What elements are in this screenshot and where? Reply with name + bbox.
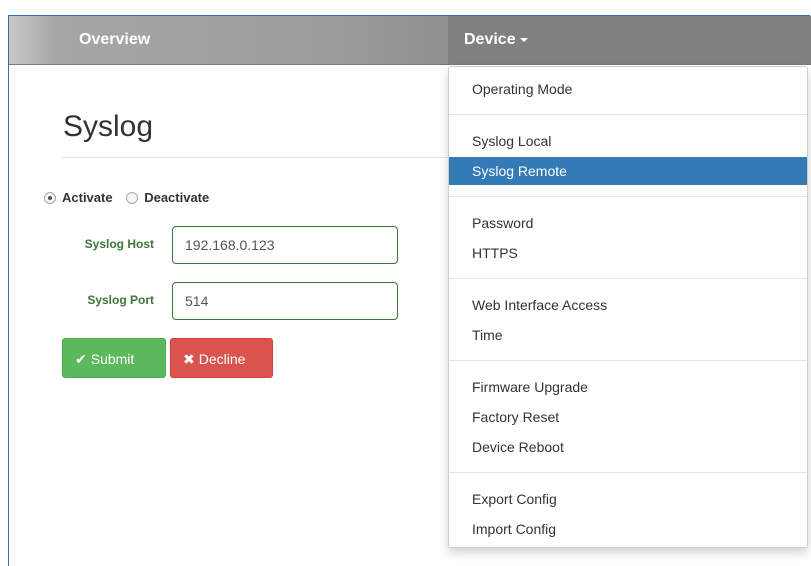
menu-item-export-config[interactable]: Export Config bbox=[449, 485, 807, 513]
deactivate-label[interactable]: Deactivate bbox=[144, 190, 209, 205]
menu-divider bbox=[449, 360, 807, 361]
check-icon: ✔ bbox=[75, 351, 87, 367]
page-title: Syslog bbox=[63, 110, 154, 143]
menu-item-firmware-upgrade[interactable]: Firmware Upgrade bbox=[449, 373, 807, 401]
menu-divider bbox=[449, 472, 807, 473]
caret-down-icon bbox=[519, 37, 528, 42]
menu-item-device-reboot[interactable]: Device Reboot bbox=[449, 433, 807, 461]
menu-divider bbox=[449, 114, 807, 115]
syslog-host-input[interactable] bbox=[172, 226, 398, 264]
menu-item-web-interface-access[interactable]: Web Interface Access bbox=[449, 291, 807, 319]
nav-device-label: Device bbox=[464, 31, 516, 48]
menu-item-factory-reset[interactable]: Factory Reset bbox=[449, 403, 807, 431]
title-divider bbox=[62, 157, 448, 158]
menu-item-time[interactable]: Time bbox=[449, 321, 807, 349]
device-dropdown-menu: Operating Mode Syslog Local Syslog Remot… bbox=[448, 66, 808, 548]
deactivate-radio[interactable] bbox=[126, 192, 139, 204]
menu-item-operating-mode[interactable]: Operating Mode bbox=[449, 75, 807, 103]
menu-divider bbox=[449, 278, 807, 279]
submit-button[interactable]: ✔ Submit bbox=[62, 338, 166, 378]
decline-button[interactable]: ✖ Decline bbox=[170, 338, 273, 378]
menu-item-import-config[interactable]: Import Config bbox=[449, 515, 807, 543]
syslog-host-label: Syslog Host bbox=[84, 237, 154, 251]
nav-overview[interactable]: Overview bbox=[79, 16, 150, 64]
submit-label: Submit bbox=[90, 351, 135, 367]
activate-radio[interactable] bbox=[44, 192, 56, 204]
top-navbar: Overview Device bbox=[9, 16, 811, 65]
syslog-port-input[interactable] bbox=[172, 282, 398, 320]
activate-label[interactable]: Activate bbox=[62, 190, 113, 205]
status-radio-group: Activate Deactivate bbox=[44, 190, 219, 205]
nav-device-dropdown[interactable]: Device bbox=[448, 16, 811, 64]
menu-item-password[interactable]: Password bbox=[449, 209, 807, 237]
menu-item-syslog-remote[interactable]: Syslog Remote bbox=[449, 157, 807, 185]
syslog-port-label: Syslog Port bbox=[87, 293, 154, 307]
menu-item-https[interactable]: HTTPS bbox=[449, 239, 807, 267]
close-icon: ✖ bbox=[183, 351, 195, 367]
decline-label: Decline bbox=[198, 351, 246, 367]
menu-divider bbox=[449, 196, 807, 197]
menu-item-syslog-local[interactable]: Syslog Local bbox=[449, 127, 807, 155]
